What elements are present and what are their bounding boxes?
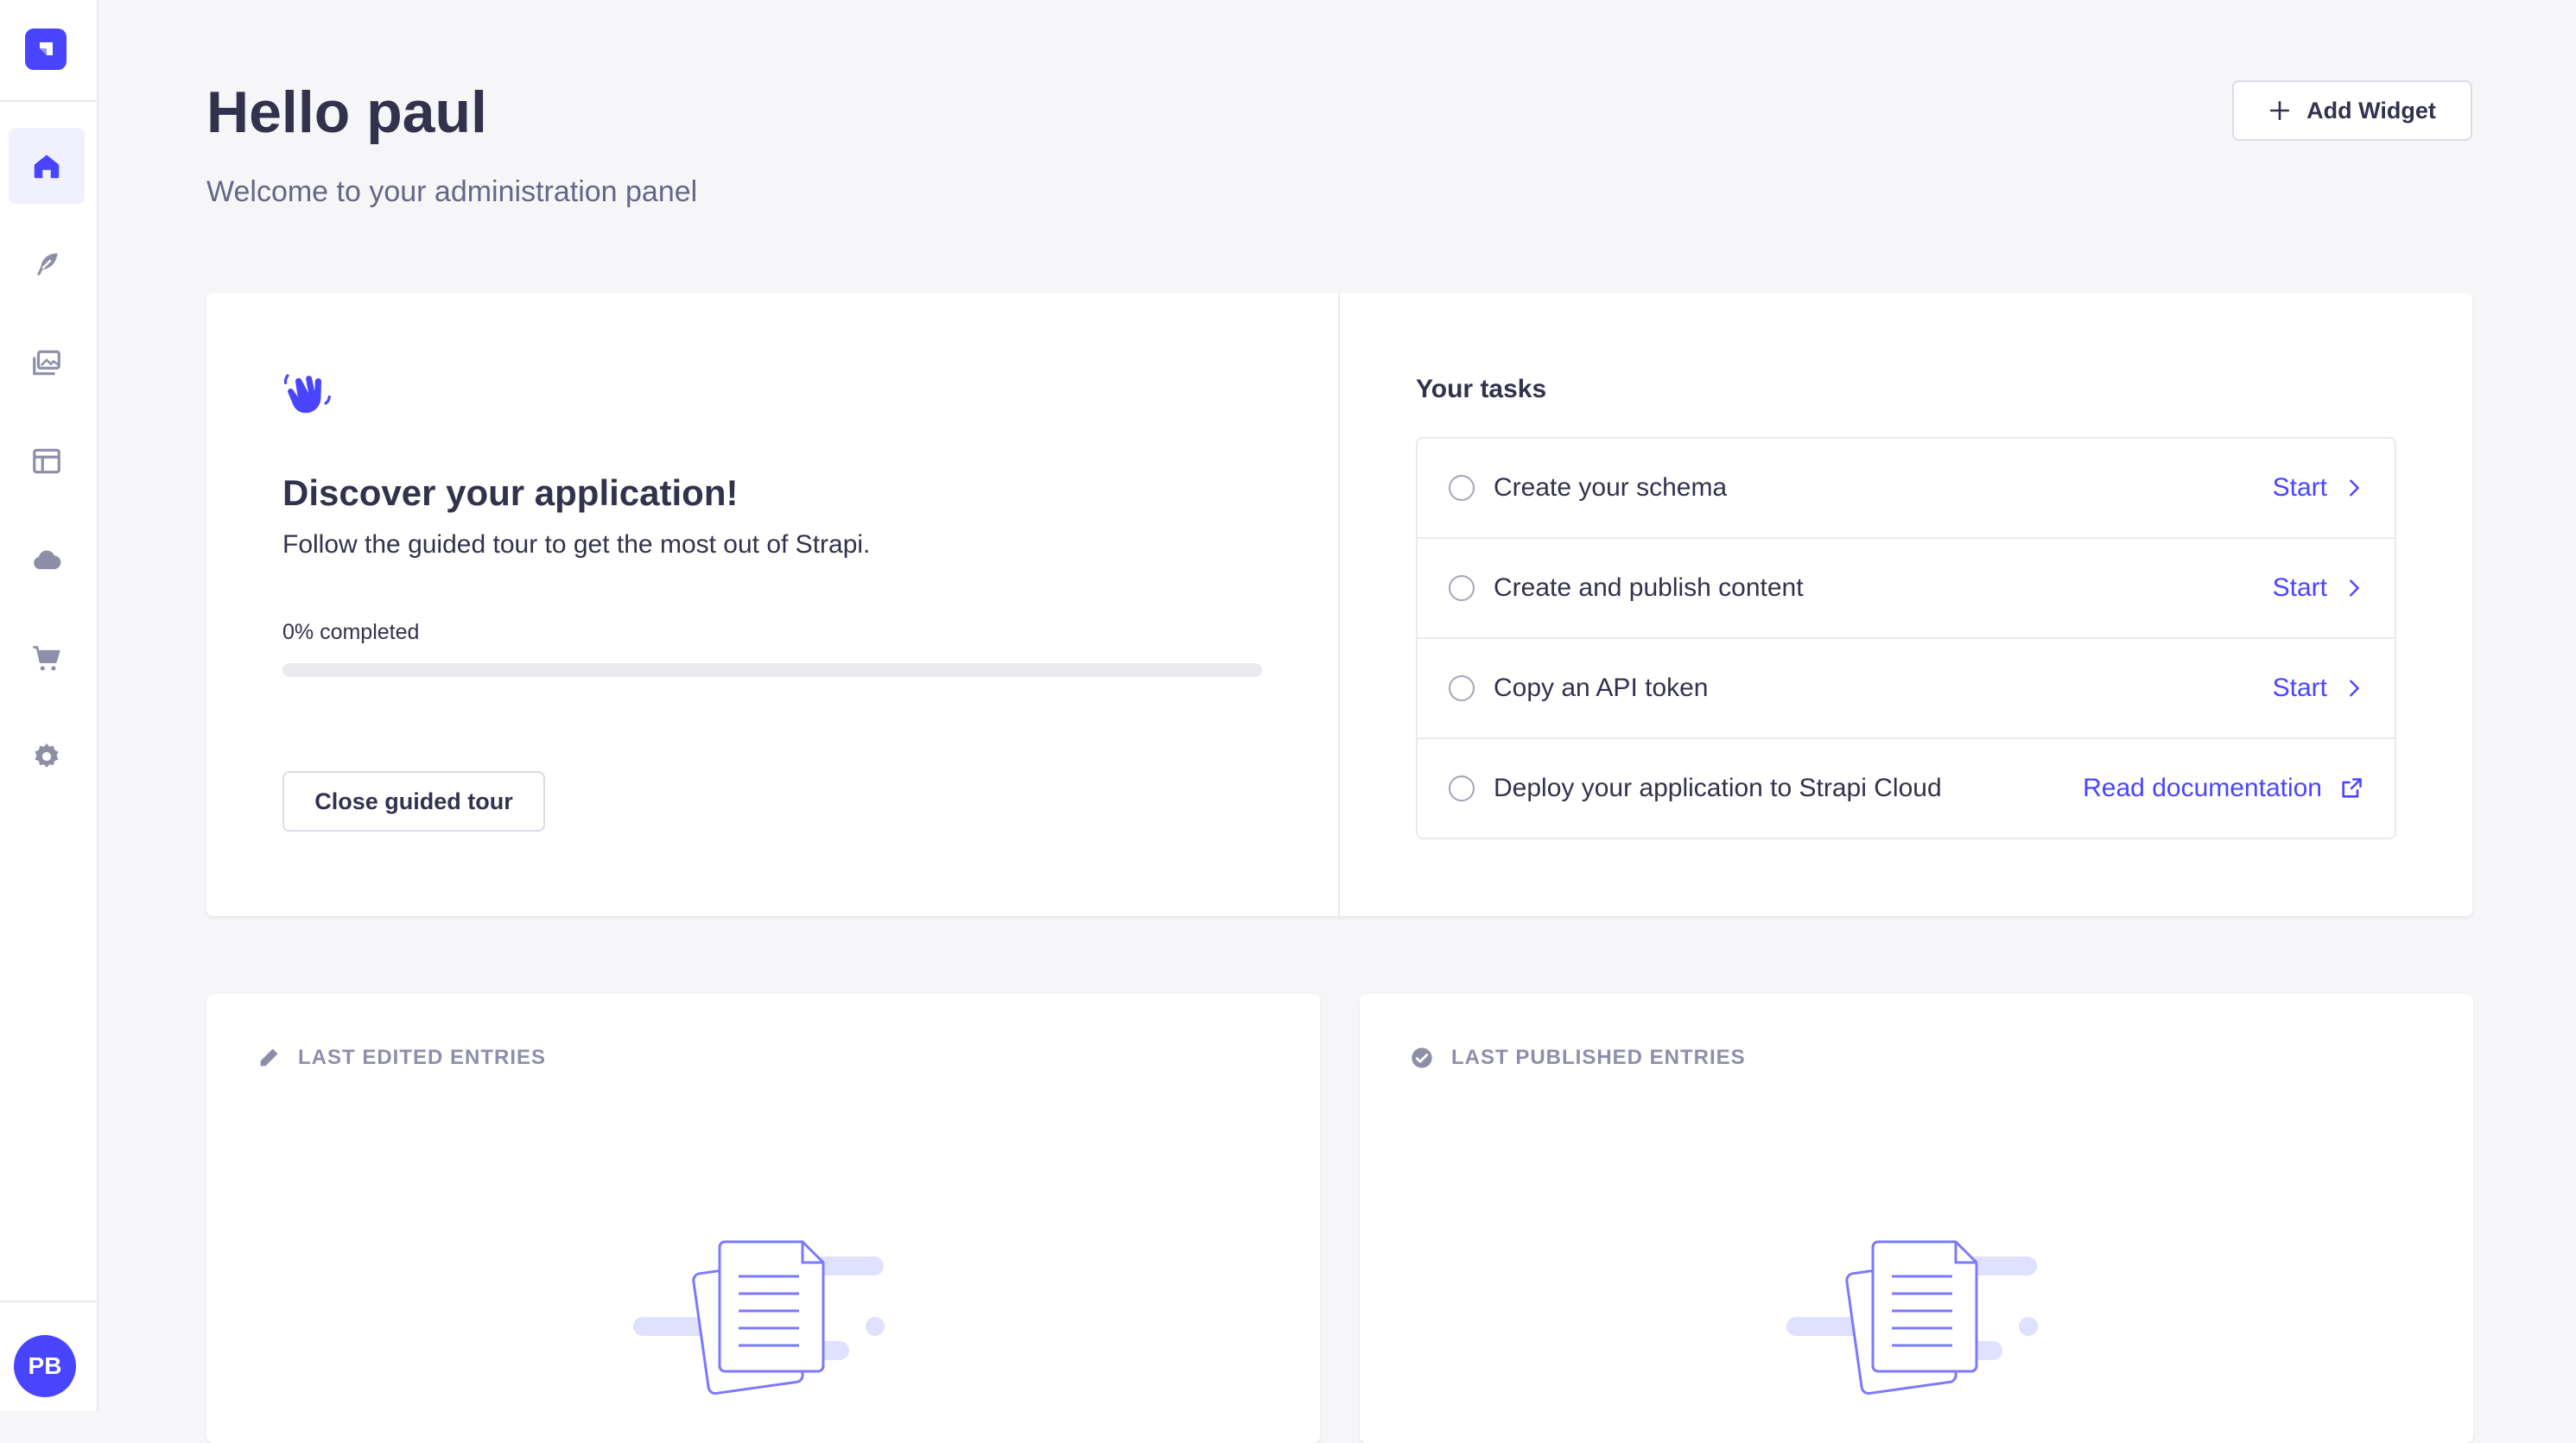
task-create-schema: Create your schema Start — [1418, 439, 2395, 539]
plus-icon — [2270, 100, 2290, 121]
task-action-label: Start — [2272, 573, 2327, 602]
nav-home[interactable] — [9, 128, 85, 204]
gear-icon — [35, 743, 59, 768]
layout-icon — [33, 448, 60, 474]
task-action-label: Read documentation — [2083, 774, 2322, 802]
task-start-link[interactable]: Start — [2273, 473, 2363, 503]
empty-documents-illustration — [633, 1240, 885, 1396]
progress-bar — [282, 663, 1262, 677]
task-create-publish-content: Create and publish content Start — [1418, 539, 2395, 639]
last-edited-entries-widget: LAST EDITED ENTRIES — [206, 994, 1320, 1443]
close-guided-tour-button[interactable]: Close guided tour — [282, 771, 545, 832]
page-title: Hello paul — [206, 79, 487, 145]
widget-header: LAST EDITED ENTRIES — [257, 1046, 546, 1070]
add-widget-button[interactable]: Add Widget — [2232, 80, 2472, 141]
widget-title: LAST PUBLISHED ENTRIES — [1451, 1046, 1746, 1069]
task-status-radio — [1449, 775, 1475, 801]
nav-deploy[interactable] — [9, 522, 85, 598]
task-action-label: Start — [2272, 674, 2327, 702]
nav-media-library[interactable] — [9, 325, 85, 401]
guided-tour-heading: Discover your application! — [282, 472, 739, 513]
tasks-title: Your tasks — [1416, 375, 1547, 403]
nav-content-manager[interactable] — [9, 226, 85, 302]
task-deploy-strapi-cloud: Deploy your application to Strapi Cloud … — [1418, 739, 2395, 838]
task-label: Copy an API token — [1494, 674, 1709, 702]
sidebar-footer: PB — [0, 1301, 97, 1411]
task-label: Deploy your application to Strapi Cloud — [1494, 774, 1942, 802]
task-start-link[interactable]: Start — [2273, 674, 2363, 703]
widget-header: LAST PUBLISHED ENTRIES — [1410, 1046, 1746, 1070]
task-status-radio — [1449, 575, 1475, 601]
chevron-right-icon — [2350, 479, 2359, 497]
task-action-label: Start — [2272, 473, 2327, 502]
user-avatar[interactable]: PB — [14, 1335, 76, 1397]
empty-documents-illustration — [1786, 1240, 2038, 1396]
progress-label: 0% completed — [282, 620, 420, 644]
main-sidebar: PB — [0, 0, 98, 1411]
task-copy-api-token: Copy an API token Start — [1418, 639, 2395, 739]
chevron-right-icon — [2350, 680, 2359, 697]
task-status-radio — [1449, 675, 1475, 701]
widget-title: LAST EDITED ENTRIES — [298, 1046, 547, 1069]
task-status-radio — [1449, 475, 1475, 501]
page-subtitle: Welcome to your administration panel — [206, 175, 698, 208]
logo-area — [0, 0, 97, 102]
images-icon — [33, 350, 60, 376]
chevron-right-icon — [2350, 579, 2359, 597]
guided-tour-card: Discover your application! Follow the gu… — [206, 293, 2472, 916]
tasks-panel: Your tasks Create your schema Start Crea… — [1340, 293, 2472, 916]
external-link-icon — [2342, 778, 2362, 798]
nav-marketplace[interactable] — [9, 620, 85, 696]
pencil-icon — [260, 1048, 278, 1066]
guided-tour-description: Follow the guided tour to get the most o… — [282, 530, 871, 559]
task-list: Create your schema Start Create and publ… — [1416, 437, 2396, 839]
cloud-icon — [34, 550, 61, 570]
check-circle-icon — [1412, 1047, 1432, 1068]
task-label: Create your schema — [1494, 473, 1728, 502]
add-widget-label: Add Widget — [2306, 97, 2436, 123]
house-icon — [34, 155, 60, 179]
feather-icon — [36, 253, 58, 275]
task-label: Create and publish content — [1494, 573, 1804, 602]
strapi-logo[interactable] — [25, 28, 67, 70]
cart-icon — [33, 646, 60, 671]
last-published-entries-widget: LAST PUBLISHED ENTRIES — [1360, 994, 2473, 1443]
nav-content-type-builder[interactable] — [9, 423, 85, 499]
task-start-link[interactable]: Start — [2273, 573, 2363, 603]
nav-settings[interactable] — [9, 718, 85, 794]
guided-tour-intro: Discover your application! Follow the gu… — [206, 293, 1340, 916]
read-documentation-link[interactable]: Read documentation — [2083, 774, 2363, 803]
waving-hand-icon — [283, 374, 331, 414]
